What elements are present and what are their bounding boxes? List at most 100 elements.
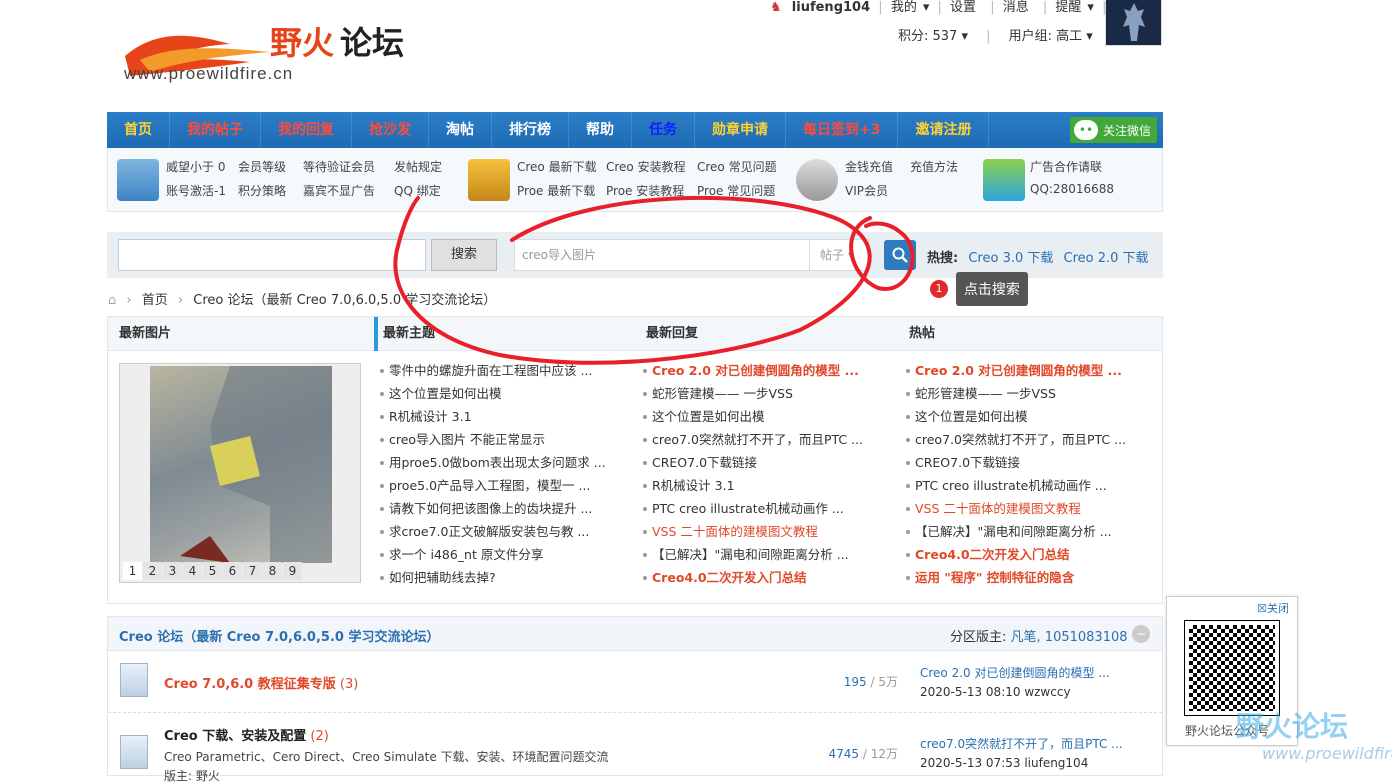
- quick-link[interactable]: Proe 最新下载: [517, 182, 595, 199]
- collapse-button[interactable]: −: [1132, 625, 1150, 643]
- search-type-select[interactable]: 帖子 ▾: [809, 239, 869, 271]
- slideshow-page-button[interactable]: 9: [283, 562, 302, 580]
- thread-link[interactable]: PTC creo illustrate机械动画作 ...: [642, 497, 894, 520]
- quick-link[interactable]: 充值方法: [910, 158, 958, 175]
- quick-link[interactable]: Proe 安装教程: [606, 182, 684, 199]
- quick-link[interactable]: 金钱充值: [845, 158, 893, 175]
- reminders-link[interactable]: 提醒: [1055, 0, 1081, 15]
- thread-link[interactable]: 这个位置是如何出模: [642, 405, 894, 428]
- thread-link[interactable]: 【已解决】"漏电和间隙距离分析 ...: [905, 520, 1157, 543]
- slideshow-page-button[interactable]: 3: [163, 562, 182, 580]
- quick-link[interactable]: 发帖规定: [394, 158, 442, 175]
- forum-search-input[interactable]: creo导入图片: [514, 239, 810, 271]
- quick-link[interactable]: 积分策略: [238, 182, 286, 199]
- thread-link[interactable]: 蛇形管建模—— 一步VSS: [905, 382, 1157, 405]
- thread-link[interactable]: 这个位置是如何出模: [905, 405, 1157, 428]
- thread-link[interactable]: Creo4.0二次开发入门总结: [905, 543, 1157, 566]
- nav-item[interactable]: 勋章申请: [695, 112, 786, 148]
- quick-link[interactable]: Creo 最新下载: [517, 158, 597, 175]
- forum-name[interactable]: Creo 下载、安装及配置: [164, 729, 306, 744]
- nav-item[interactable]: 我的回复: [261, 112, 352, 148]
- slideshow-page-button[interactable]: 4: [183, 562, 202, 580]
- qr-close-button[interactable]: ☒关闭: [1257, 600, 1289, 616]
- nav-item[interactable]: 帮助: [569, 112, 632, 148]
- thread-link[interactable]: 【已解决】"漏电和间隙距离分析 ...: [642, 543, 894, 566]
- quick-link[interactable]: 广告合作请联: [1030, 158, 1102, 175]
- last-post-title[interactable]: Creo 2.0 对已创建倒圆角的模型 ...: [920, 664, 1110, 681]
- thread-link[interactable]: 求croe7.0正文破解版安装包与教 ...: [379, 520, 631, 543]
- quick-link[interactable]: 威望小于 0: [166, 158, 225, 175]
- quick-link[interactable]: QQ 绑定: [394, 182, 441, 199]
- thread-link[interactable]: creo7.0突然就打不开了，而且PTC ...: [642, 428, 894, 451]
- thread-link[interactable]: R机械设计 3.1: [379, 405, 631, 428]
- thread-link[interactable]: Creo 2.0 对已创建倒圆角的模型 ...: [905, 359, 1157, 382]
- site-logo[interactable]: 野火 论坛 www.proewildfire.cn: [120, 10, 420, 90]
- search-button[interactable]: [884, 240, 916, 270]
- thread-link[interactable]: Creo 2.0 对已创建倒圆角的模型 ...: [642, 359, 894, 382]
- moderators-links[interactable]: 凡笔, 1051083108: [1011, 630, 1128, 645]
- thread-link[interactable]: VSS 二十面体的建模图文教程: [905, 497, 1157, 520]
- thread-link[interactable]: creo导入图片 不能正常显示: [379, 428, 631, 451]
- settings-link[interactable]: 设置: [950, 0, 976, 15]
- avatar[interactable]: [1105, 0, 1162, 46]
- nav-item[interactable]: 邀请注册: [898, 112, 990, 148]
- thread-link[interactable]: 用proe5.0做bom表出现太多问题求 ...: [379, 451, 631, 474]
- slideshow-page-button[interactable]: 2: [143, 562, 162, 580]
- quick-link[interactable]: Creo 安装教程: [606, 158, 686, 175]
- quick-link[interactable]: 会员等级: [238, 158, 286, 175]
- quick-link[interactable]: VIP会员: [845, 182, 888, 199]
- thread-link[interactable]: 求一个 i486_nt 原文件分享: [379, 543, 631, 566]
- username-link[interactable]: liufeng104: [792, 0, 870, 15]
- image-slideshow[interactable]: 123456789: [119, 363, 361, 583]
- forum-section-title[interactable]: Creo 论坛（最新 Creo 7.0,6.0,5.0 学习交流论坛）: [119, 626, 439, 645]
- my-menu[interactable]: 我的: [891, 0, 917, 15]
- thread-link[interactable]: 请教下如何把该图像上的齿块提升 ...: [379, 497, 631, 520]
- thread-link[interactable]: 如何把辅助线去掉?: [379, 566, 631, 589]
- nav-item[interactable]: 抢沙发: [352, 112, 429, 148]
- forum-name[interactable]: Creo 7.0,6.0 教程征集专版: [164, 677, 336, 692]
- hot-search-link[interactable]: Creo 2.0 下载: [1064, 251, 1149, 266]
- slideshow-page-button[interactable]: 1: [123, 562, 142, 580]
- quick-link[interactable]: Creo 常见问题: [697, 158, 777, 175]
- thread-link[interactable]: 零件中的螺旋升面在工程图中应该 ...: [379, 359, 631, 382]
- follow-wechat-button[interactable]: •• 关注微信: [1069, 117, 1157, 143]
- breadcrumb-forum[interactable]: Creo 论坛（最新 Creo 7.0,6.0,5.0 学习交流论坛）: [193, 293, 496, 308]
- quick-link[interactable]: 等待验证会员: [303, 158, 375, 175]
- thread-link[interactable]: 这个位置是如何出模: [379, 382, 631, 405]
- thread-link[interactable]: proe5.0产品导入工程图，模型一 ...: [379, 474, 631, 497]
- home-icon[interactable]: ⌂: [108, 293, 116, 308]
- messages-link[interactable]: 消息: [1003, 0, 1029, 15]
- nav-item[interactable]: 每日签到+3: [786, 112, 899, 148]
- thread-link[interactable]: PTC creo illustrate机械动画作 ...: [905, 474, 1157, 497]
- thread-link[interactable]: Creo4.0二次开发入门总结: [642, 566, 894, 589]
- site-search-button[interactable]: 搜索: [431, 239, 497, 271]
- thread-link[interactable]: R机械设计 3.1: [642, 474, 894, 497]
- quick-link[interactable]: Proe 常见问题: [697, 182, 775, 199]
- nav-item[interactable]: 任务: [632, 112, 695, 148]
- slideshow-image[interactable]: [150, 366, 332, 563]
- slideshow-page-button[interactable]: 8: [263, 562, 282, 580]
- thread-link[interactable]: creo7.0突然就打不开了，而且PTC ...: [905, 428, 1157, 451]
- points-menu[interactable]: 积分: 537: [898, 29, 957, 44]
- breadcrumb-home[interactable]: 首页: [142, 293, 168, 308]
- usergroup-menu[interactable]: 用户组: 高工: [1009, 29, 1083, 44]
- slideshow-page-button[interactable]: 7: [243, 562, 262, 580]
- nav-item[interactable]: 淘帖: [429, 112, 492, 148]
- thread-link[interactable]: 运用 "程序" 控制特征的隐含: [905, 566, 1157, 589]
- site-search-input[interactable]: [118, 239, 426, 271]
- thread-link[interactable]: 蛇形管建模—— 一步VSS: [642, 382, 894, 405]
- quick-link[interactable]: 嘉宾不显广告: [303, 182, 375, 199]
- last-post-title[interactable]: creo7.0突然就打不开了，而且PTC ...: [920, 735, 1123, 752]
- quick-link[interactable]: 账号激活-1: [166, 182, 226, 199]
- slideshow-page-button[interactable]: 6: [223, 562, 242, 580]
- nav-item[interactable]: 排行榜: [492, 112, 569, 148]
- quick-link[interactable]: QQ:28016688: [1030, 182, 1114, 196]
- tooltip-text: 点击搜索: [955, 272, 1028, 306]
- thread-link[interactable]: CREO7.0下载链接: [905, 451, 1157, 474]
- thread-link[interactable]: VSS 二十面体的建模图文教程: [642, 520, 894, 543]
- thread-link[interactable]: CREO7.0下载链接: [642, 451, 894, 474]
- slideshow-page-button[interactable]: 5: [203, 562, 222, 580]
- nav-item[interactable]: 我的帖子: [170, 112, 261, 148]
- hot-search-link[interactable]: Creo 3.0 下载: [968, 251, 1053, 266]
- nav-item[interactable]: 首页: [107, 112, 170, 148]
